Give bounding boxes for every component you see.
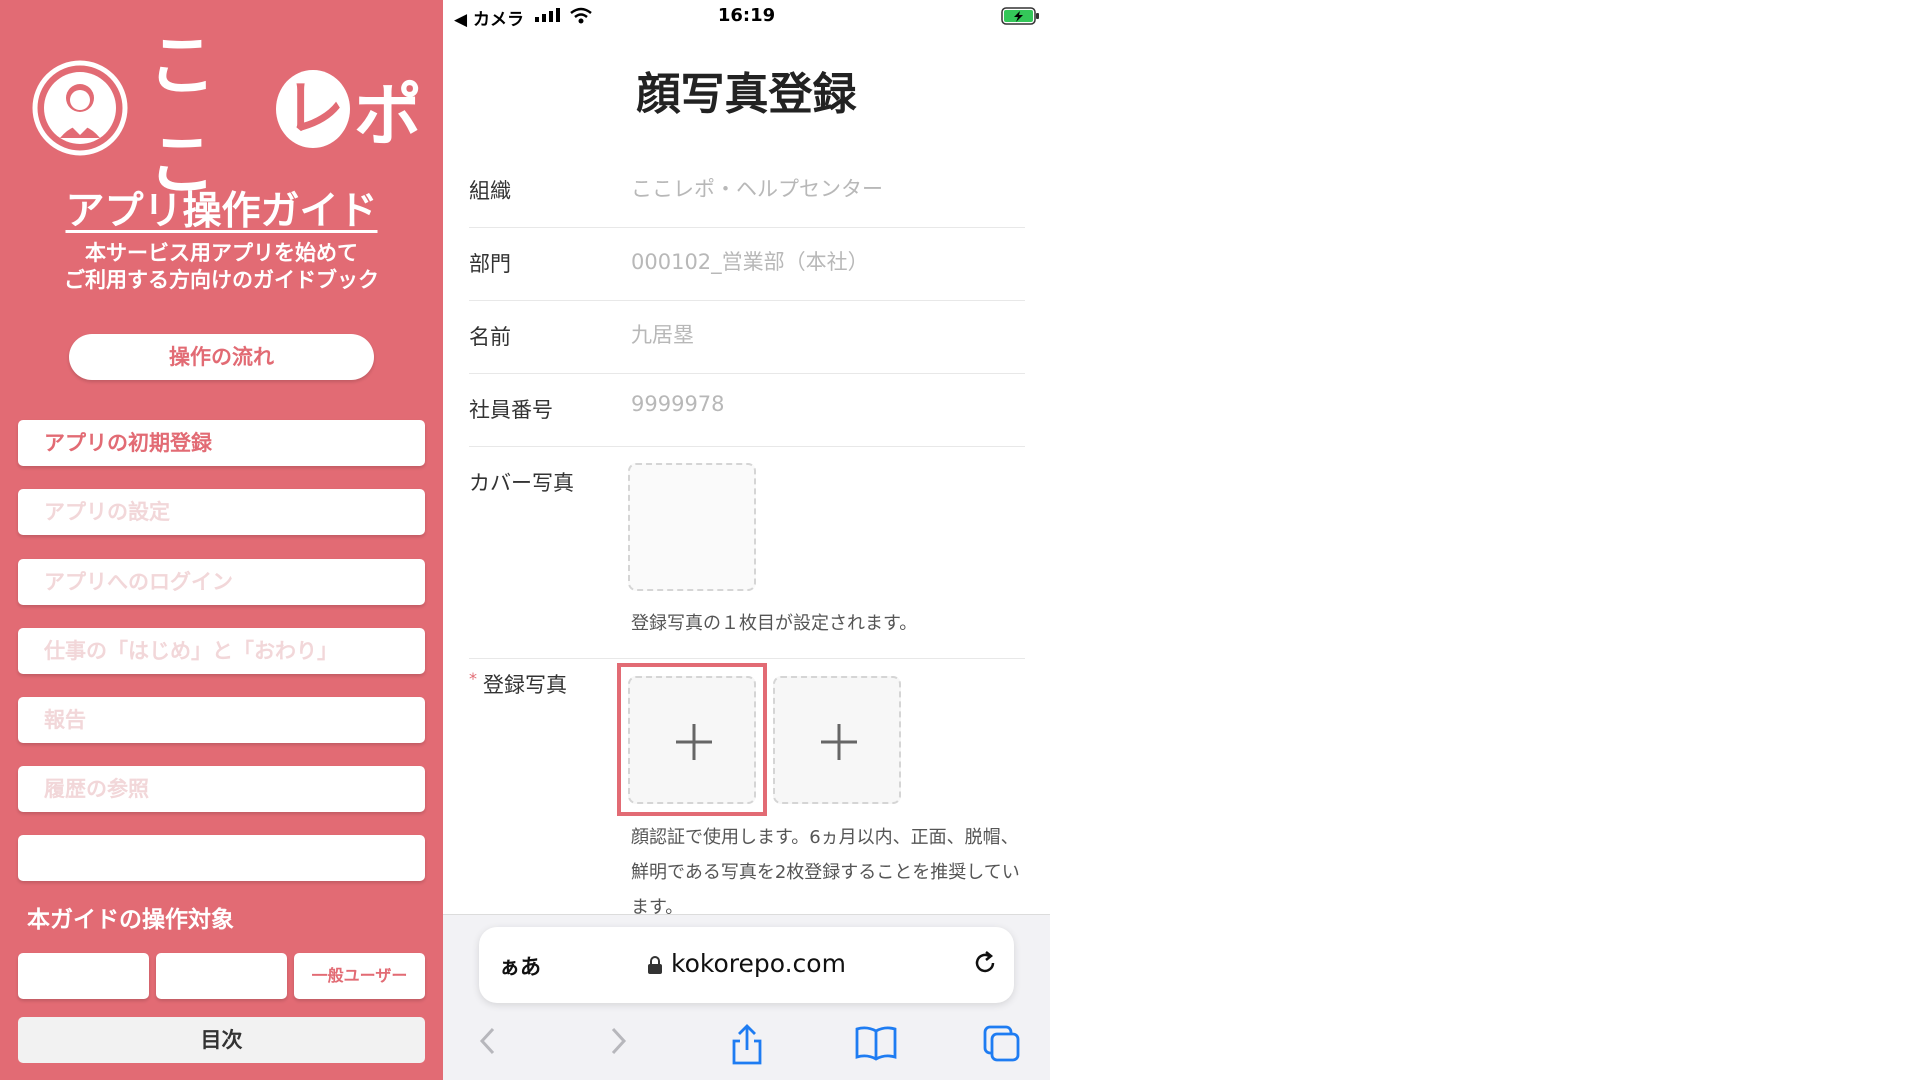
step-initial-registration[interactable]: アプリの初期登録	[18, 420, 425, 466]
guide-panel: ここレポ アプリ操作ガイド 本サービス用アプリを始めて ご利用する方向けのガイド…	[0, 0, 443, 1080]
cover-photo-preview	[628, 463, 756, 591]
step-blank[interactable]	[18, 835, 425, 881]
field-name: 名前 九居塁	[469, 301, 1025, 374]
clock: 16:19	[717, 5, 776, 26]
field-label: 社員番号	[469, 398, 553, 422]
logo-wordmark: ここレポ	[148, 27, 422, 205]
reload-icon[interactable]	[969, 947, 1001, 979]
registered-photo-label: * 登録写真	[469, 669, 567, 697]
add-photo-button-1[interactable]	[628, 676, 756, 804]
battery-charging-icon	[1001, 7, 1039, 25]
lock-icon	[648, 956, 663, 974]
cover-photo-hint: 登録写真の１枚目が設定されます。	[631, 613, 918, 634]
step-app-settings[interactable]: アプリの設定	[18, 489, 425, 535]
safari-toolbar: ぁあ kokorepo.com	[443, 914, 1050, 1080]
forward-arrow-icon[interactable]	[601, 1023, 633, 1059]
address-bar[interactable]: ぁあ kokorepo.com	[479, 927, 1014, 1003]
step-app-login[interactable]: アプリへのログイン	[18, 559, 425, 605]
field-label: 組織	[469, 179, 511, 203]
field-department: 部門 000102_営業部（本社）	[469, 228, 1025, 301]
status-bar: ◀ カメラ 16:19	[443, 0, 1050, 32]
target-heading: 本ガイドの操作対象	[27, 907, 234, 933]
target-badge-1	[18, 953, 149, 999]
field-value: 9999978	[631, 392, 725, 416]
plus-icon	[676, 724, 712, 760]
kokorepo-logo: ここレポ	[30, 27, 422, 205]
add-photo-button-2[interactable]	[773, 676, 901, 804]
registered-photo-hint: 顔認証で使用します。6ヵ月以内、正面、脱帽、鮮明である写真を2枚登録することを推…	[631, 827, 1020, 918]
operation-flow-button[interactable]: 操作の流れ	[69, 334, 374, 380]
field-value: 000102_営業部（本社）	[631, 250, 869, 274]
phone-screen: ◀ カメラ 16:19 顔写真登録 組織 ここレポ・ヘルプセンター 部門 000…	[443, 0, 1050, 1080]
field-value: 九居塁	[631, 323, 694, 347]
guide-title: アプリ操作ガイド	[65, 189, 378, 234]
field-value: ここレポ・ヘルプセンター	[631, 177, 883, 201]
field-label: カバー写真	[469, 471, 574, 495]
back-arrow-icon[interactable]	[473, 1023, 505, 1059]
plus-icon	[821, 724, 857, 760]
share-icon[interactable]	[727, 1023, 767, 1067]
field-organization: 組織 ここレポ・ヘルプセンター	[469, 165, 1025, 228]
field-label: 名前	[469, 325, 511, 349]
mascot-logo-icon	[32, 60, 128, 156]
field-employee-number: 社員番号 9999978	[469, 374, 1025, 447]
target-badge-2	[156, 953, 287, 999]
page-title: 顔写真登録	[636, 69, 857, 120]
table-of-contents-button[interactable]: 目次	[18, 1017, 425, 1063]
url-display[interactable]: kokorepo.com	[479, 949, 1014, 978]
guide-subtitle: 本サービス用アプリを始めて ご利用する方向けのガイドブック	[64, 241, 379, 292]
bookmarks-icon[interactable]	[853, 1023, 899, 1063]
step-report[interactable]: 報告	[18, 697, 425, 743]
required-mark: *	[469, 669, 477, 688]
target-general-user: 一般ユーザー	[294, 953, 425, 999]
tabs-icon[interactable]	[981, 1023, 1023, 1063]
step-work-start-end[interactable]: 仕事の「はじめ」と「おわり」	[18, 628, 425, 674]
step-history[interactable]: 履歴の参照	[18, 766, 425, 812]
field-label: 部門	[469, 252, 511, 276]
